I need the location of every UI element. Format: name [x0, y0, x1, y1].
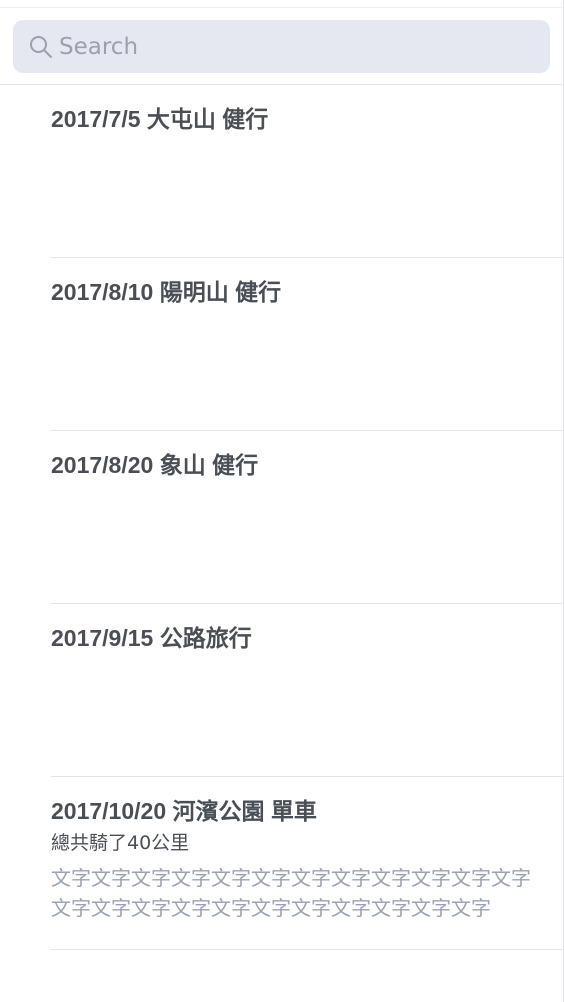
search-placeholder: Search: [59, 33, 139, 60]
entry-title: 2017/7/5 大屯山 健行: [51, 106, 269, 132]
list-item[interactable]: 2017/10/20 河濱公園 單車 總共騎了40公里 文字文字文字文字文字文字…: [0, 777, 564, 950]
entry-subtitle: 總共騎了40公里: [51, 832, 190, 854]
list-item[interactable]: 2017/7/5 大屯山 健行: [0, 85, 564, 258]
list-item[interactable]: 2017/8/20 象山 健行: [0, 431, 564, 604]
list-item[interactable]: 2017/9/15 公路旅行: [0, 604, 564, 777]
search-icon: [28, 34, 54, 60]
entry-title: 2017/9/15 公路旅行: [51, 625, 252, 651]
entry-title: 2017/8/10 陽明山 健行: [51, 279, 282, 305]
entry-body: 文字文字文字文字文字文字文字文字文字文字文字文字文字文字文字文字文字文字文字文字…: [51, 866, 531, 920]
entry-list: 2017/7/5 大屯山 健行 2017/8/10 陽明山 健行 2017/8/…: [0, 85, 564, 950]
list-item[interactable]: 2017/8/10 陽明山 健行: [0, 258, 564, 431]
entry-title: 2017/10/20 河濱公園 單車: [51, 798, 317, 824]
entry-title: 2017/8/20 象山 健行: [51, 452, 259, 478]
top-edge: [0, 0, 564, 8]
search-field[interactable]: Search: [13, 20, 550, 73]
row-divider: [51, 949, 564, 950]
